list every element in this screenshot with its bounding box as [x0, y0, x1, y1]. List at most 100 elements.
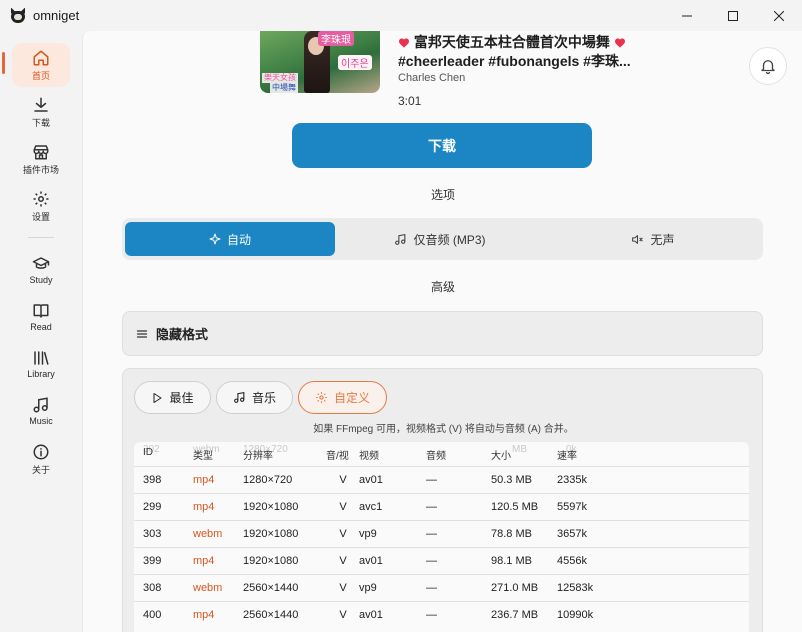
gear-icon — [316, 392, 327, 403]
header-cell[interactable]: 视频 — [359, 447, 379, 462]
cell-resolution: 2560×1440 — [243, 609, 299, 621]
cell-resolution: 2560×1440 — [243, 582, 299, 594]
close-button[interactable] — [756, 0, 802, 31]
header-cell[interactable]: 速率 — [557, 447, 577, 462]
cell-id: 400 — [143, 609, 162, 621]
cell-type: mp4 — [193, 474, 215, 486]
table-row[interactable]: 399 mp4 1920×1080 V av01 — 98.1 MB 4556k — [134, 547, 749, 574]
preset-label: 最佳 — [169, 391, 194, 405]
cell-audio-codec: — — [426, 609, 437, 621]
main-content: 李珠珢 이주은 樂天女孩 中場舞 富邦天使五本柱合體首次中場舞 #cheerle… — [82, 31, 802, 632]
cell-av: V — [339, 474, 347, 486]
sidebar-item-label: 关于 — [31, 465, 50, 475]
close-icon — [774, 10, 784, 21]
library-icon — [34, 351, 49, 365]
music-note-icon — [234, 391, 245, 403]
active-indicator — [2, 52, 5, 74]
cell-resolution: 1280×720 — [243, 474, 293, 486]
book-icon — [33, 304, 49, 318]
cell-audio-codec: — — [426, 528, 437, 540]
info-icon — [33, 444, 49, 460]
heart-icon — [399, 38, 409, 48]
formats-table: 302 webm 1280×720 MB 0k ID 类型 分辨率 音/视 视频… — [134, 442, 749, 632]
cell-type: mp4 — [193, 501, 215, 513]
header-cell[interactable]: 分辨率 — [243, 447, 273, 462]
sidebar-item-settings[interactable]: 设置 — [12, 184, 70, 228]
hide-formats-toggle[interactable]: 隐藏格式 — [122, 311, 763, 356]
app-logo-icon — [10, 7, 26, 24]
thumbnail-text: 李珠珢 — [318, 31, 354, 46]
minimize-icon — [682, 15, 692, 16]
sidebar-item-library[interactable]: Library — [12, 343, 70, 387]
sidebar-item-download[interactable]: 下载 — [12, 90, 70, 134]
mode-auto-button[interactable]: 自动 — [125, 222, 335, 256]
cell-audio-codec: — — [426, 582, 437, 594]
preset-best-button[interactable]: 最佳 — [134, 381, 211, 414]
sidebar-item-study[interactable]: Study — [12, 249, 70, 293]
sidebar-item-home[interactable]: 首页 — [12, 43, 70, 87]
cell-size: 236.7 MB — [491, 609, 539, 621]
header-cell[interactable]: ID — [143, 447, 153, 458]
preset-label: 自定义 — [333, 391, 370, 405]
preset-music-button[interactable]: 音乐 — [216, 381, 293, 414]
cell-type: webm — [193, 528, 223, 540]
sidebar-item-label: 插件市场 — [22, 165, 59, 175]
cell-type: mp4 — [193, 555, 215, 567]
cell-resolution: 1920×1080 — [243, 528, 299, 540]
options-label: 选项 — [430, 188, 455, 202]
maximize-button[interactable] — [710, 0, 756, 31]
header-cell[interactable]: 大小 — [491, 447, 511, 462]
music-note-icon — [33, 397, 48, 413]
table-header: ID 类型 分辨率 音/视 视频 音频 大小 速率 — [134, 447, 749, 467]
download-button[interactable]: 下载 — [292, 123, 592, 168]
graduation-cap-icon — [32, 257, 50, 269]
sidebar-item-about[interactable]: 关于 — [12, 437, 70, 481]
cell-video-codec: vp9 — [359, 582, 377, 594]
sidebar-item-music[interactable]: Music — [12, 390, 70, 434]
preset-custom-button[interactable]: 自定义 — [298, 381, 387, 414]
cell-size: 271.0 MB — [491, 582, 539, 594]
thumbnail-text: 中場舞 — [270, 83, 298, 93]
sidebar-item-plugin-market[interactable]: 插件市场 — [12, 137, 70, 181]
cell-video-codec: av01 — [359, 555, 383, 567]
cell-resolution: 1920×1080 — [243, 555, 299, 567]
cell-size: 120.5 MB — [491, 501, 539, 513]
mode-selector: 自动 仅音频 (MP3) 无声 — [122, 218, 763, 260]
video-title: 富邦天使五本柱合體首次中場舞 — [398, 32, 626, 52]
play-icon — [153, 392, 162, 403]
table-row[interactable]: 299 mp4 1920×1080 V avc1 — 120.5 MB 5597… — [134, 493, 749, 520]
table-row[interactable]: 308 webm 2560×1440 V vp9 — 271.0 MB 1258… — [134, 574, 749, 601]
mode-mute-button[interactable]: 无声 — [545, 222, 761, 256]
header-cell[interactable]: 音频 — [426, 447, 446, 462]
title-bar: omniget — [0, 0, 802, 31]
ffmpeg-hint: 如果 FFmpeg 可用，视频格式 (V) 将自动与音频 (A) 合并。 — [313, 424, 574, 435]
sidebar-item-read[interactable]: Read — [12, 296, 70, 340]
video-thumbnail[interactable]: 李珠珢 이주은 樂天女孩 中場舞 — [260, 31, 380, 93]
sidebar-item-label: 首页 — [31, 71, 50, 81]
heart-icon — [614, 38, 625, 48]
advanced-label: 高级 — [430, 280, 455, 294]
video-title-text: 富邦天使五本柱合體首次中場舞 — [413, 34, 610, 50]
header-cell[interactable]: 音/视 — [326, 447, 349, 462]
thumbnail-text: 樂天女孩 — [262, 73, 298, 83]
minimize-button[interactable] — [664, 0, 710, 31]
cell-id: 399 — [143, 555, 162, 567]
sidebar-item-label: 设置 — [31, 212, 50, 222]
hide-formats-label: 隐藏格式 — [156, 327, 209, 342]
header-cell[interactable]: 类型 — [193, 447, 213, 462]
mode-audio-only-button[interactable]: 仅音频 (MP3) — [335, 222, 545, 256]
cell-id: 308 — [143, 582, 162, 594]
table-row[interactable]: 398 mp4 1280×720 V av01 — 50.3 MB 2335k — [134, 466, 749, 493]
table-row[interactable]: 303 webm 1920×1080 V vp9 — 78.8 MB 3657k — [134, 520, 749, 547]
cell-id: 303 — [143, 528, 162, 540]
notifications-button[interactable] — [749, 47, 787, 85]
cell-av: V — [339, 582, 347, 594]
maximize-icon — [728, 10, 738, 21]
sidebar: 首页 下载 插件市场 设置 Study Read Library Music 关… — [0, 31, 82, 632]
sidebar-item-label: Study — [29, 275, 53, 285]
formats-panel: 最佳 音乐 自定义 如果 FFmpeg 可用，视频格式 (V) 将自动与音频 (… — [122, 368, 763, 632]
cell-bitrate: 12583k — [557, 582, 594, 594]
cell-bitrate: 10990k — [557, 609, 594, 621]
store-icon — [33, 145, 49, 160]
table-row[interactable]: 400 mp4 2560×1440 V av01 — 236.7 MB 1099… — [134, 601, 749, 628]
